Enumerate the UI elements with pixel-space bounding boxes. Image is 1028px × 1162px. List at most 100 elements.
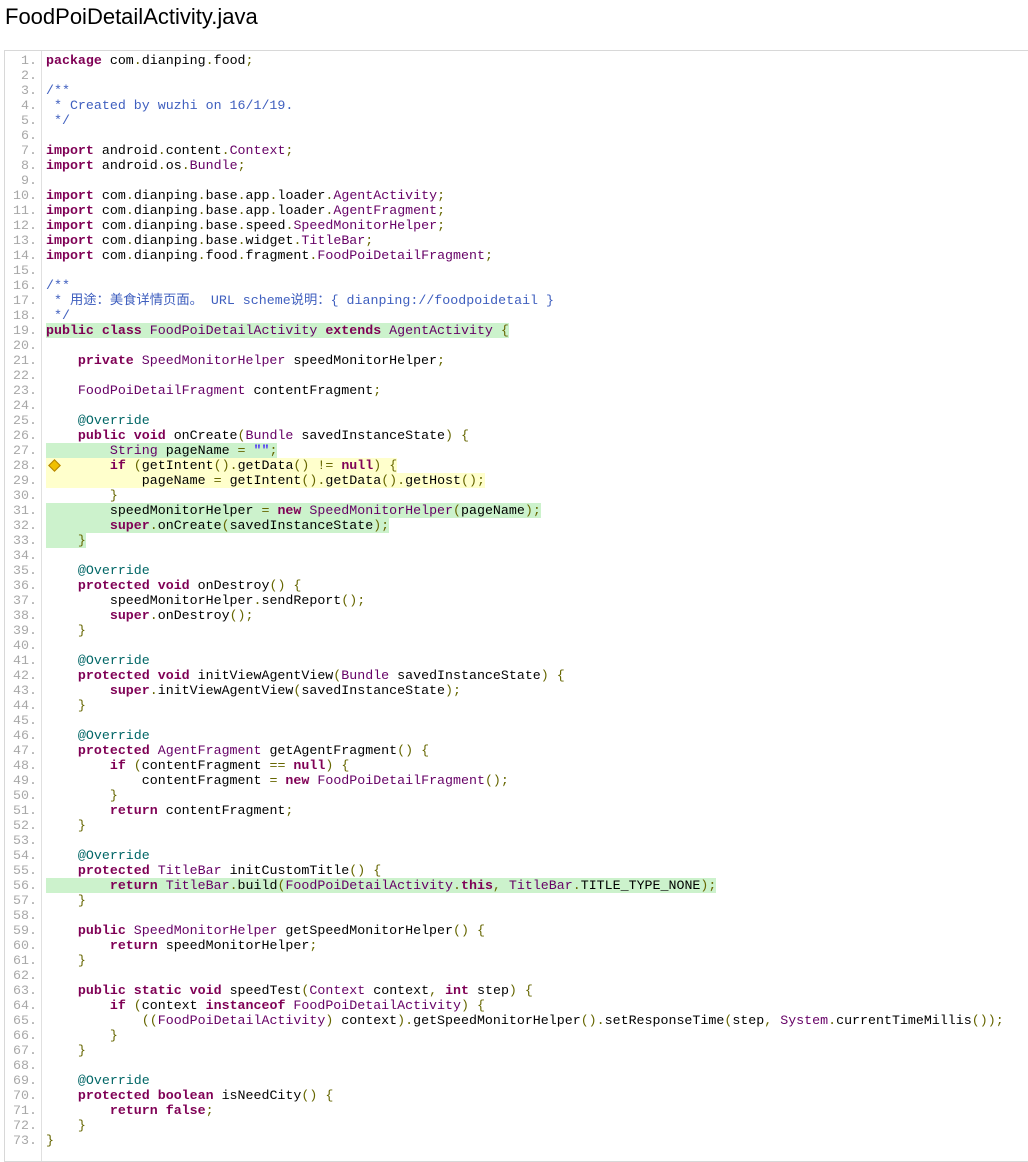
identifier: contentFragment [141,773,262,788]
punctuation: . [237,203,246,218]
comment: /** [46,278,70,293]
keyword: void [157,578,190,593]
punctuation: ; [205,1103,214,1118]
punctuation: . [125,188,134,203]
identifier: pageName [461,503,525,518]
identifier: com [101,188,126,203]
source-code: 1. package com.dianping.food; 2. 3./** 4. * … [5,53,1004,1148]
punctuation: { [556,668,565,683]
code-line: 52. } [5,818,86,833]
line-number: 56. [13,878,37,893]
identifier: isNeedCity [221,1088,302,1103]
punctuation: ; [285,143,294,158]
string-literal: "" [253,443,270,458]
line-number: 38. [13,608,37,623]
punctuation: } [46,1133,54,1148]
punctuation: ; [237,158,246,173]
identifier: savedInstanceState [301,683,446,698]
code-line: 12. import com.dianping.base.speed.SpeedM… [5,218,445,233]
identifier: os [165,158,182,173]
identifier: loader [277,203,326,218]
code-text: import com.dianping.base.app.loader.Agen… [46,188,445,203]
code-line: 15. [5,263,37,278]
identifier: setResponseTime [604,1013,725,1028]
line-number: 65. [13,1013,37,1028]
identifier: dianping [133,188,198,203]
line-number: 25. [13,413,37,428]
punctuation: ; [437,203,446,218]
code-text: } [46,1028,118,1043]
punctuation: . [125,218,134,233]
identifier: dianping [133,233,198,248]
identifier: getSpeedMonitorHelper [413,1013,581,1028]
punctuation: () [453,923,469,938]
keyword: super [109,518,150,533]
keyword: return [109,1103,158,1118]
keyword: boolean [157,1088,214,1103]
punctuation: { [325,1088,334,1103]
identifier: com [109,53,134,68]
identifier: widget [245,233,294,248]
punctuation: ( [221,518,230,533]
code-text: * 用途：美食详情页面。 URL scheme说明：{ dianping://f… [46,293,554,308]
punctuation: ; [269,443,278,458]
code-line: 10. import com.dianping.base.app.loader.A… [5,188,445,203]
punctuation: . [197,233,206,248]
identifier: fragment [245,248,310,263]
line-number: 71. [13,1103,37,1118]
keyword: package [46,53,102,68]
covered-code: String pageName = ""; [46,443,278,458]
line-number: 18. [13,308,37,323]
line-number: 44. [13,698,37,713]
line-number: 23. [13,383,37,398]
code-line: 28. if (getIntent().getData() != null) { [5,458,398,473]
keyword: extends [325,323,382,338]
line-number: 2. [21,68,37,83]
punctuation: ) [508,983,517,998]
punctuation: . [157,158,166,173]
identifier: savedInstanceState [301,428,446,443]
identifier: currentTimeMillis [836,1013,972,1028]
code-line: 64. if (context instanceof FoodPoiDetail… [5,998,485,1013]
line-number: 47. [13,743,37,758]
code-line: 71. return false; [5,1103,214,1118]
punctuation: } [77,533,86,548]
punctuation: . [149,518,158,533]
code-line: 69. @Override [5,1073,150,1088]
line-number: 31. [13,503,37,518]
code-line: 68. [5,1058,37,1073]
code-line: 18. */ [5,308,70,323]
covered-code: super.onCreate(savedInstanceState); [46,518,390,533]
code-text: super.onDestroy(); [46,608,254,623]
line-number: 48. [13,758,37,773]
code-line: 47. protected AgentFragment getAgentFrag… [5,743,429,758]
line-number: 32. [13,518,37,533]
punctuation: == [269,758,286,773]
punctuation: . [453,878,461,893]
punctuation: = [237,443,246,458]
line-number: 1. [21,53,37,68]
code-text: } [46,893,86,908]
code-text: package com.dianping.food; [46,53,254,68]
line-number: 27. [13,443,37,458]
punctuation: () [293,458,310,473]
punctuation: (). [381,473,406,488]
line-number: 39. [13,623,37,638]
identifier: dianping [133,218,198,233]
line-number: 15. [13,263,37,278]
punctuation: ) [460,998,469,1013]
code-line: 42. protected void initViewAgentView(Bun… [5,668,565,683]
keyword: protected [77,668,150,683]
code-line: 43. super.initViewAgentView(savedInstanc… [5,683,461,698]
line-number: 49. [13,773,37,788]
code-line: 63. public static void speedTest(Context… [5,983,533,998]
identifier: base [205,218,238,233]
punctuation: ; [437,218,446,233]
code-text: private SpeedMonitorHelper speedMonitorH… [46,353,445,368]
identifier: com [101,233,126,248]
code-line: 45. [5,713,37,728]
punctuation: } [77,698,86,713]
code-text: @Override [46,563,150,578]
punctuation: ; [285,803,294,818]
code-text: import com.dianping.base.speed.SpeedMoni… [46,218,445,233]
